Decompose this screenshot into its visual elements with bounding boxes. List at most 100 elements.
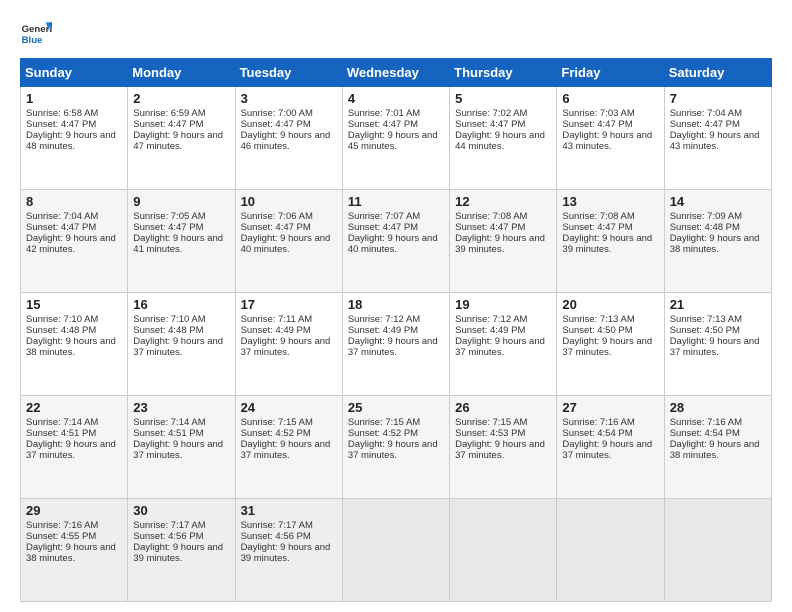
calendar-cell: 4Sunrise: 7:01 AMSunset: 4:47 PMDaylight…: [342, 87, 449, 190]
day-number: 12: [455, 194, 551, 209]
weekday-header-wednesday: Wednesday: [342, 59, 449, 87]
day-number: 30: [133, 503, 229, 518]
sunset: Sunset: 4:52 PM: [241, 428, 311, 439]
sunrise: Sunrise: 7:11 AM: [241, 314, 313, 325]
sunrise: Sunrise: 7:16 AM: [562, 417, 634, 428]
calendar-cell: 30 Sunrise: 7:17 AMSunset: 4:56 PMDayligh…: [128, 499, 235, 602]
calendar-cell: 5Sunrise: 7:02 AMSunset: 4:47 PMDaylight…: [450, 87, 557, 190]
calendar-cell: 9Sunrise: 7:05 AMSunset: 4:47 PMDaylight…: [128, 190, 235, 293]
calendar-cell: 15Sunrise: 7:10 AMSunset: 4:48 PMDayligh…: [21, 293, 128, 396]
sunrise: Sunrise: 7:04 AM: [26, 211, 98, 222]
sunrise: Sunrise: 7:17 AM: [241, 520, 313, 531]
calendar-cell: 21Sunrise: 7:13 AMSunset: 4:50 PMDayligh…: [664, 293, 771, 396]
calendar-cell: 8Sunrise: 7:04 AMSunset: 4:47 PMDaylight…: [21, 190, 128, 293]
sunset: Sunset: 4:47 PM: [26, 222, 96, 233]
calendar-cell: 13Sunrise: 7:08 AMSunset: 4:47 PMDayligh…: [557, 190, 664, 293]
sunrise: Sunrise: 7:13 AM: [562, 314, 634, 325]
daylight: Daylight: 9 hours and 44 minutes.: [455, 130, 545, 152]
daylight: Daylight: 9 hours and 47 minutes.: [133, 130, 223, 152]
calendar-cell: 26Sunrise: 7:15 AMSunset: 4:53 PMDayligh…: [450, 396, 557, 499]
sunrise: Sunrise: 7:03 AM: [562, 108, 634, 119]
calendar-cell: 25Sunrise: 7:15 AMSunset: 4:52 PMDayligh…: [342, 396, 449, 499]
calendar-cell: 31Sunrise: 7:17 AMSunset: 4:56 PMDayligh…: [235, 499, 342, 602]
calendar-cell: 18Sunrise: 7:12 AMSunset: 4:49 PMDayligh…: [342, 293, 449, 396]
week-row-2: 8Sunrise: 7:04 AMSunset: 4:47 PMDaylight…: [21, 190, 772, 293]
week-row-5: 29Sunrise: 7:16 AMSunset: 4:55 PMDayligh…: [21, 499, 772, 602]
sunrise: Sunrise: 6:58 AM: [26, 108, 98, 119]
day-number: 24: [241, 400, 337, 415]
daylight: Daylight: 9 hours and 39 minutes.: [455, 233, 545, 255]
day-number: 26: [455, 400, 551, 415]
day-number: 13: [562, 194, 658, 209]
calendar-cell: 17Sunrise: 7:11 AMSunset: 4:49 PMDayligh…: [235, 293, 342, 396]
daylight: Daylight: 9 hours and 37 minutes.: [348, 336, 438, 358]
day-number: 31: [241, 503, 337, 518]
calendar-cell: 22Sunrise: 7:14 AMSunset: 4:51 PMDayligh…: [21, 396, 128, 499]
calendar-cell: 7Sunrise: 7:04 AMSunset: 4:47 PMDaylight…: [664, 87, 771, 190]
calendar-cell: [557, 499, 664, 602]
daylight: Daylight: 9 hours and 45 minutes.: [348, 130, 438, 152]
daylight: Daylight: 9 hours and 39 minutes.: [133, 542, 223, 564]
calendar-cell: 27Sunrise: 7:16 AMSunset: 4:54 PMDayligh…: [557, 396, 664, 499]
calendar-cell: 24Sunrise: 7:15 AMSunset: 4:52 PMDayligh…: [235, 396, 342, 499]
daylight: Daylight: 9 hours and 37 minutes.: [455, 336, 545, 358]
sunset: Sunset: 4:47 PM: [348, 222, 418, 233]
sunrise: Sunrise: 7:17 AM: [133, 520, 205, 531]
weekday-header-row: SundayMondayTuesdayWednesdayThursdayFrid…: [21, 59, 772, 87]
daylight: Daylight: 9 hours and 37 minutes.: [133, 336, 223, 358]
calendar-cell: 2Sunrise: 6:59 AMSunset: 4:47 PMDaylight…: [128, 87, 235, 190]
day-number: 29: [26, 503, 122, 518]
sunrise: Sunrise: 7:16 AM: [670, 417, 742, 428]
sunrise: Sunrise: 7:05 AM: [133, 211, 205, 222]
calendar-cell: [342, 499, 449, 602]
day-number: 10: [241, 194, 337, 209]
daylight: Daylight: 9 hours and 37 minutes.: [670, 336, 760, 358]
weekday-header-sunday: Sunday: [21, 59, 128, 87]
sunrise: Sunrise: 7:08 AM: [455, 211, 527, 222]
sunset: Sunset: 4:52 PM: [348, 428, 418, 439]
daylight: Daylight: 9 hours and 48 minutes.: [26, 130, 116, 152]
day-number: 1: [26, 91, 122, 106]
sunset: Sunset: 4:54 PM: [670, 428, 740, 439]
sunset: Sunset: 4:48 PM: [670, 222, 740, 233]
sunset: Sunset: 4:56 PM: [133, 531, 203, 542]
calendar-cell: 3Sunrise: 7:00 AMSunset: 4:47 PMDaylight…: [235, 87, 342, 190]
sunset: Sunset: 4:55 PM: [26, 531, 96, 542]
daylight: Daylight: 9 hours and 38 minutes.: [26, 336, 116, 358]
day-number: 18: [348, 297, 444, 312]
day-number: 8: [26, 194, 122, 209]
sunset: Sunset: 4:47 PM: [562, 119, 632, 130]
sunrise: Sunrise: 7:09 AM: [670, 211, 742, 222]
day-number: 19: [455, 297, 551, 312]
sunset: Sunset: 4:47 PM: [133, 222, 203, 233]
day-number: 7: [670, 91, 766, 106]
daylight: Daylight: 9 hours and 39 minutes.: [241, 542, 331, 564]
daylight: Daylight: 9 hours and 37 minutes.: [241, 439, 331, 461]
calendar-cell: 29Sunrise: 7:16 AMSunset: 4:55 PMDayligh…: [21, 499, 128, 602]
day-number: 23: [133, 400, 229, 415]
day-number: 17: [241, 297, 337, 312]
weekday-header-monday: Monday: [128, 59, 235, 87]
day-number: 14: [670, 194, 766, 209]
week-row-4: 22Sunrise: 7:14 AMSunset: 4:51 PMDayligh…: [21, 396, 772, 499]
sunrise: Sunrise: 7:14 AM: [133, 417, 205, 428]
sunset: Sunset: 4:49 PM: [241, 325, 311, 336]
daylight: Daylight: 9 hours and 41 minutes.: [133, 233, 223, 255]
daylight: Daylight: 9 hours and 43 minutes.: [562, 130, 652, 152]
sunset: Sunset: 4:47 PM: [241, 119, 311, 130]
calendar-cell: [450, 499, 557, 602]
day-number: 22: [26, 400, 122, 415]
sunset: Sunset: 4:47 PM: [133, 119, 203, 130]
day-number: 5: [455, 91, 551, 106]
calendar-cell: 12 Sunrise: 7:08 AMSunset: 4:47 PMDayligh…: [450, 190, 557, 293]
daylight: Daylight: 9 hours and 46 minutes.: [241, 130, 331, 152]
sunrise: Sunrise: 7:13 AM: [670, 314, 742, 325]
calendar-cell: 14Sunrise: 7:09 AMSunset: 4:48 PMDayligh…: [664, 190, 771, 293]
sunset: Sunset: 4:47 PM: [241, 222, 311, 233]
weekday-header-saturday: Saturday: [664, 59, 771, 87]
day-number: 3: [241, 91, 337, 106]
sunset: Sunset: 4:47 PM: [455, 222, 525, 233]
week-row-1: 1Sunrise: 6:58 AMSunset: 4:47 PMDaylight…: [21, 87, 772, 190]
day-number: 27: [562, 400, 658, 415]
sunrise: Sunrise: 7:12 AM: [455, 314, 527, 325]
